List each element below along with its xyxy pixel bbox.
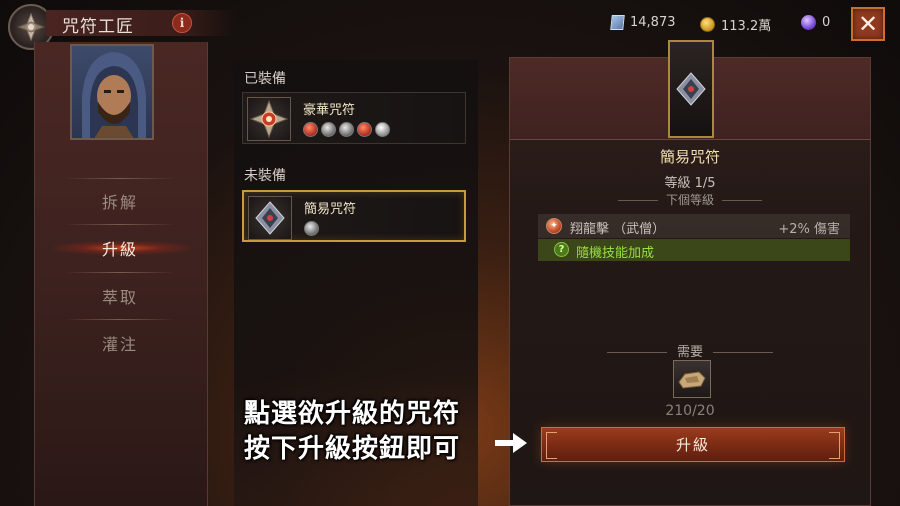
- charm-level: 等級 1/5: [664, 176, 716, 191]
- upgrade-button[interactable]: 升級: [541, 427, 845, 462]
- next-level-text: 下個等級: [665, 193, 714, 207]
- sidebar-item-upgrade[interactable]: 升級: [57, 228, 183, 268]
- unequipped-charm-card[interactable]: 簡易咒符: [242, 190, 466, 242]
- currency-value: 14,873: [630, 15, 676, 30]
- unequipped-label: 未裝備: [244, 168, 286, 184]
- stat-name: 翔龍擊 （武僧）: [570, 222, 666, 237]
- sidebar-item-infuse[interactable]: 灌注: [57, 323, 183, 363]
- currency-shards: 14,873: [610, 15, 676, 30]
- stat-value: +2% 傷害: [778, 222, 840, 237]
- red-gem-icon: [303, 122, 318, 137]
- nav-divider: [65, 272, 175, 273]
- stat-row: ✦ 翔龍擊 （武僧） +2% 傷害: [538, 214, 850, 238]
- nav-divider: [65, 319, 175, 320]
- close-button[interactable]: ✕: [851, 7, 885, 41]
- next-level-label: 下個等級: [510, 191, 870, 208]
- material-count: 210/20: [665, 403, 715, 419]
- grey-gem-icon: [321, 122, 336, 137]
- detail-charm-frame: [668, 40, 714, 138]
- white-gem-icon: [375, 122, 390, 137]
- equipped-label: 已裝備: [244, 71, 286, 87]
- orb-icon: [801, 15, 816, 30]
- random-bonus-text: 隨機技能加成: [576, 246, 655, 261]
- simple-charm-icon: [676, 72, 706, 106]
- charm-name: 簡易咒符: [659, 148, 720, 166]
- tutorial-caption-line2: 按下升級按鈕即可: [244, 434, 461, 464]
- skill-icon: ✦: [546, 218, 562, 234]
- currency-gold: 113.2萬: [700, 15, 771, 34]
- currency-orbs: 0: [801, 15, 830, 30]
- requirement-text: 需要: [676, 345, 703, 360]
- gem-slots: [303, 122, 390, 137]
- simple-charm-icon: [248, 196, 292, 240]
- red-gem-icon: [357, 122, 372, 137]
- upgrade-button-label: 升級: [675, 436, 710, 454]
- nav-divider: [65, 178, 175, 179]
- material-slot[interactable]: [673, 360, 711, 398]
- item-name: 簡易咒符: [304, 202, 357, 217]
- currency-value: 0: [822, 15, 831, 30]
- random-bonus-row: ? 隨機技能加成: [538, 239, 850, 261]
- nav-divider: [65, 224, 175, 225]
- requirement-label: 需要: [510, 341, 870, 360]
- gold-icon: [700, 17, 715, 32]
- deluxe-charm-icon: [247, 97, 291, 141]
- equipped-charm-card[interactable]: 豪華咒符: [242, 92, 466, 144]
- page-title: 咒符工匠: [62, 17, 134, 37]
- info-icon[interactable]: i: [172, 13, 192, 33]
- currency-value: 113.2萬: [721, 19, 772, 34]
- info-label: i: [179, 16, 185, 30]
- grey-gem-icon: [339, 122, 354, 137]
- grey-gem-icon: [304, 221, 319, 236]
- close-icon: ✕: [857, 10, 879, 38]
- arrow-right-icon: [495, 433, 527, 453]
- tutorial-caption-line1: 點選欲升級的咒符: [244, 399, 461, 429]
- question-icon: ?: [554, 242, 569, 257]
- gem-slots: [304, 221, 319, 236]
- sidebar-item-extract[interactable]: 萃取: [57, 276, 183, 316]
- material-icon: [678, 371, 706, 389]
- item-name: 豪華咒符: [303, 103, 356, 118]
- shard-icon: [610, 15, 625, 30]
- npc-portrait: [70, 44, 154, 140]
- sidebar-item-salvage[interactable]: 拆解: [57, 181, 183, 221]
